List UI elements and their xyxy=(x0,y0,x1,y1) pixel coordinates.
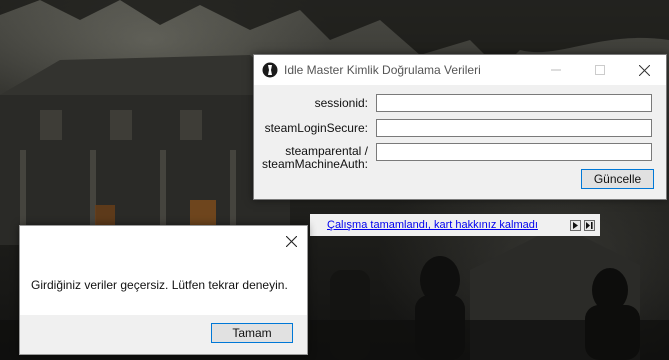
skip-next-icon xyxy=(586,222,593,229)
update-button[interactable]: Güncelle xyxy=(581,169,654,189)
minimize-button[interactable] xyxy=(534,55,578,85)
play-button[interactable] xyxy=(570,220,581,231)
credentials-window: Idle Master Kimlik Doğrulama Verileri se… xyxy=(253,54,667,200)
close-icon xyxy=(285,235,297,247)
message-close-button[interactable] xyxy=(276,228,306,254)
play-icon xyxy=(573,222,578,229)
maximize-icon xyxy=(595,65,605,75)
sessionid-label: sessionid: xyxy=(314,96,368,110)
sessionid-input[interactable] xyxy=(376,94,652,112)
minimize-icon xyxy=(551,69,561,71)
error-message-text: Girdiğiniz veriler geçersiz. Lütfen tekr… xyxy=(31,278,288,292)
error-message-box: Girdiğiniz veriler geçersiz. Lütfen tekr… xyxy=(19,225,308,355)
message-footer: Tamam xyxy=(20,315,307,354)
steam-app-icon xyxy=(262,62,278,78)
steamloginsecure-input[interactable] xyxy=(376,119,652,137)
window-title: Idle Master Kimlik Doğrulama Verileri xyxy=(284,63,481,77)
close-icon xyxy=(638,64,650,76)
status-link[interactable]: Çalışma tamamlandı, kart hakkınız kalmad… xyxy=(327,219,538,231)
title-bar: Idle Master Kimlik Doğrulama Verileri xyxy=(254,55,666,85)
steammachineauth-label: steamMachineAuth: xyxy=(261,157,368,171)
close-button[interactable] xyxy=(622,55,666,85)
main-window-status-bar: Çalışma tamamlandı, kart hakkınız kalmad… xyxy=(310,214,600,236)
steamparental-input[interactable] xyxy=(376,143,652,161)
skip-button[interactable] xyxy=(584,220,595,231)
steamloginsecure-label: steamLoginSecure: xyxy=(264,121,368,135)
ok-button[interactable]: Tamam xyxy=(211,323,293,343)
maximize-button[interactable] xyxy=(578,55,622,85)
